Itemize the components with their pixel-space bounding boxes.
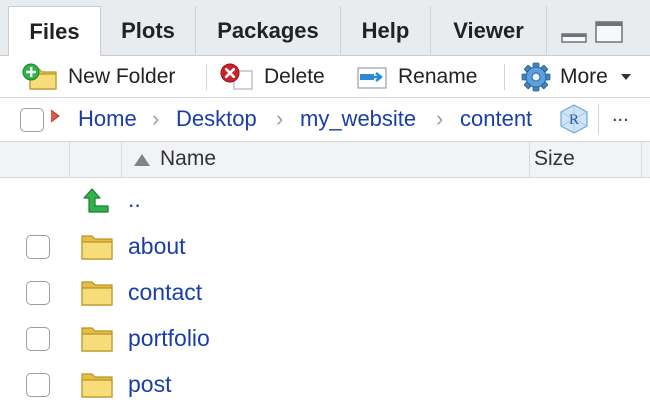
rename-icon [357,67,387,89]
folder-icon [81,373,113,398]
tab-help[interactable]: Help [341,6,431,56]
folder-icon [81,327,113,352]
tab-plots-label: Plots [121,18,175,43]
file-name-link[interactable]: post [128,371,171,398]
more-menu-button[interactable]: More [520,60,634,94]
tab-viewer[interactable]: Viewer [431,6,547,56]
breadcrumb-item-home[interactable]: Home [78,106,137,132]
file-table-header: Name Size [0,142,650,178]
breadcrumb-item-my-website[interactable]: my_website [300,106,416,132]
r-project-icon[interactable]: R [558,103,590,135]
table-row[interactable]: contact [0,270,650,316]
breadcrumb-separator: › [276,106,284,131]
breadcrumb-item-content[interactable]: content [460,106,532,132]
tab-viewer-label: Viewer [453,18,524,43]
table-row[interactable]: portfolio [0,316,650,362]
size-column-header[interactable]: Size [530,142,642,178]
name-column-label: Name [160,147,217,170]
file-name-link[interactable]: portfolio [128,325,210,352]
tab-packages[interactable]: Packages [196,6,341,56]
breadcrumb-item-desktop[interactable]: Desktop [176,106,257,132]
new-folder-icon [22,63,57,90]
breadcrumb-divider [598,104,599,134]
toolbar-separator [504,64,505,90]
breadcrumb-overflow-button[interactable]: ... [612,104,629,127]
maximize-icon [595,21,623,43]
breadcrumb: Home › Desktop › my_website › content R … [0,98,650,142]
tab-plots[interactable]: Plots [101,6,196,56]
header-checkbox-column [0,142,70,178]
tab-help-label: Help [361,18,410,43]
maximize-pane-button[interactable] [594,20,624,49]
gear-icon [521,62,551,92]
minimize-pane-button[interactable] [560,20,588,49]
delete-button[interactable]: Delete [220,60,325,94]
up-arrow-icon [83,188,109,213]
file-name-link[interactable]: about [128,233,186,260]
minimize-icon [561,33,587,43]
size-column-label: Size [534,147,575,170]
new-folder-label: New Folder [68,65,176,88]
rename-button[interactable]: Rename [356,60,477,94]
more-label: More [560,65,608,88]
table-row[interactable]: about [0,224,650,270]
row-checkbox[interactable] [26,373,50,397]
pane-tab-bar: Files Plots Packages Help Viewer [0,0,650,57]
header-icon-column [70,142,122,178]
dropdown-flag-icon[interactable] [48,106,62,134]
toolbar-separator [206,64,207,90]
folder-icon [81,235,113,260]
parent-directory-link[interactable]: .. [128,186,141,213]
parent-directory-row[interactable]: .. [0,180,650,226]
name-column-header[interactable]: Name [122,142,530,178]
folder-icon [81,281,113,306]
new-folder-button[interactable]: New Folder [22,60,175,94]
file-name-link[interactable]: contact [128,279,202,306]
breadcrumb-separator: › [152,106,160,131]
tab-files[interactable]: Files [8,6,101,57]
delete-icon [220,63,253,90]
breadcrumb-separator: › [436,106,444,131]
sort-ascending-icon [134,154,150,166]
rename-label: Rename [398,65,478,88]
select-all-checkbox[interactable] [20,108,44,132]
svg-text:R: R [569,112,579,128]
tab-packages-label: Packages [217,18,319,43]
files-toolbar: New Folder Delete Rename More [0,56,650,98]
row-checkbox[interactable] [26,327,50,351]
table-row[interactable]: post [0,362,650,408]
tab-files-label: Files [29,18,80,44]
row-checkbox[interactable] [26,281,50,305]
caret-down-icon [620,74,631,80]
delete-label: Delete [264,65,325,88]
row-checkbox[interactable] [26,235,50,259]
